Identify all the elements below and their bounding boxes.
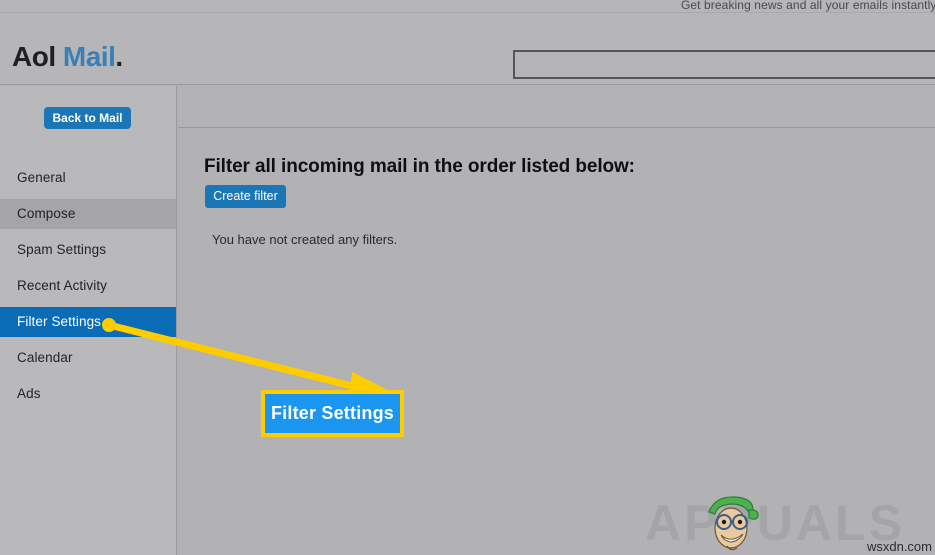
sidebar-item-recent-activity[interactable]: Recent Activity — [0, 271, 176, 301]
logo-text-dot: . — [115, 41, 123, 72]
app-header: Aol Mail. — [0, 13, 935, 85]
logo-text-aol: Aol — [12, 41, 56, 72]
create-filter-button[interactable]: Create filter — [205, 185, 286, 208]
search-input[interactable] — [513, 50, 935, 79]
main-content: Filter all incoming mail in the order li… — [178, 86, 935, 555]
sidebar-item-calendar[interactable]: Calendar — [0, 343, 176, 373]
content-toolbar — [178, 86, 935, 128]
promo-banner: Get breaking news and all your emails in… — [0, 0, 935, 13]
filter-settings-callout: Filter Settings — [261, 390, 404, 437]
sidebar-item-ads[interactable]: Ads — [0, 379, 176, 409]
sidebar-item-filter-settings[interactable]: Filter Settings — [0, 307, 176, 337]
aol-mail-logo[interactable]: Aol Mail. — [12, 43, 123, 71]
back-to-mail-button[interactable]: Back to Mail — [44, 107, 131, 129]
logo-text-mail: Mail — [62, 41, 116, 72]
settings-nav-list: General Compose Spam Settings Recent Act… — [0, 163, 176, 415]
sidebar-item-spam-settings[interactable]: Spam Settings — [0, 235, 176, 265]
search-container — [513, 50, 935, 79]
sidebar-item-general[interactable]: General — [0, 163, 176, 193]
promo-banner-text: Get breaking news and all your emails in… — [680, 0, 935, 12]
page-title: Filter all incoming mail in the order li… — [204, 156, 635, 177]
empty-filters-message: You have not created any filters. — [212, 232, 398, 247]
sidebar-item-compose[interactable]: Compose — [0, 199, 176, 229]
